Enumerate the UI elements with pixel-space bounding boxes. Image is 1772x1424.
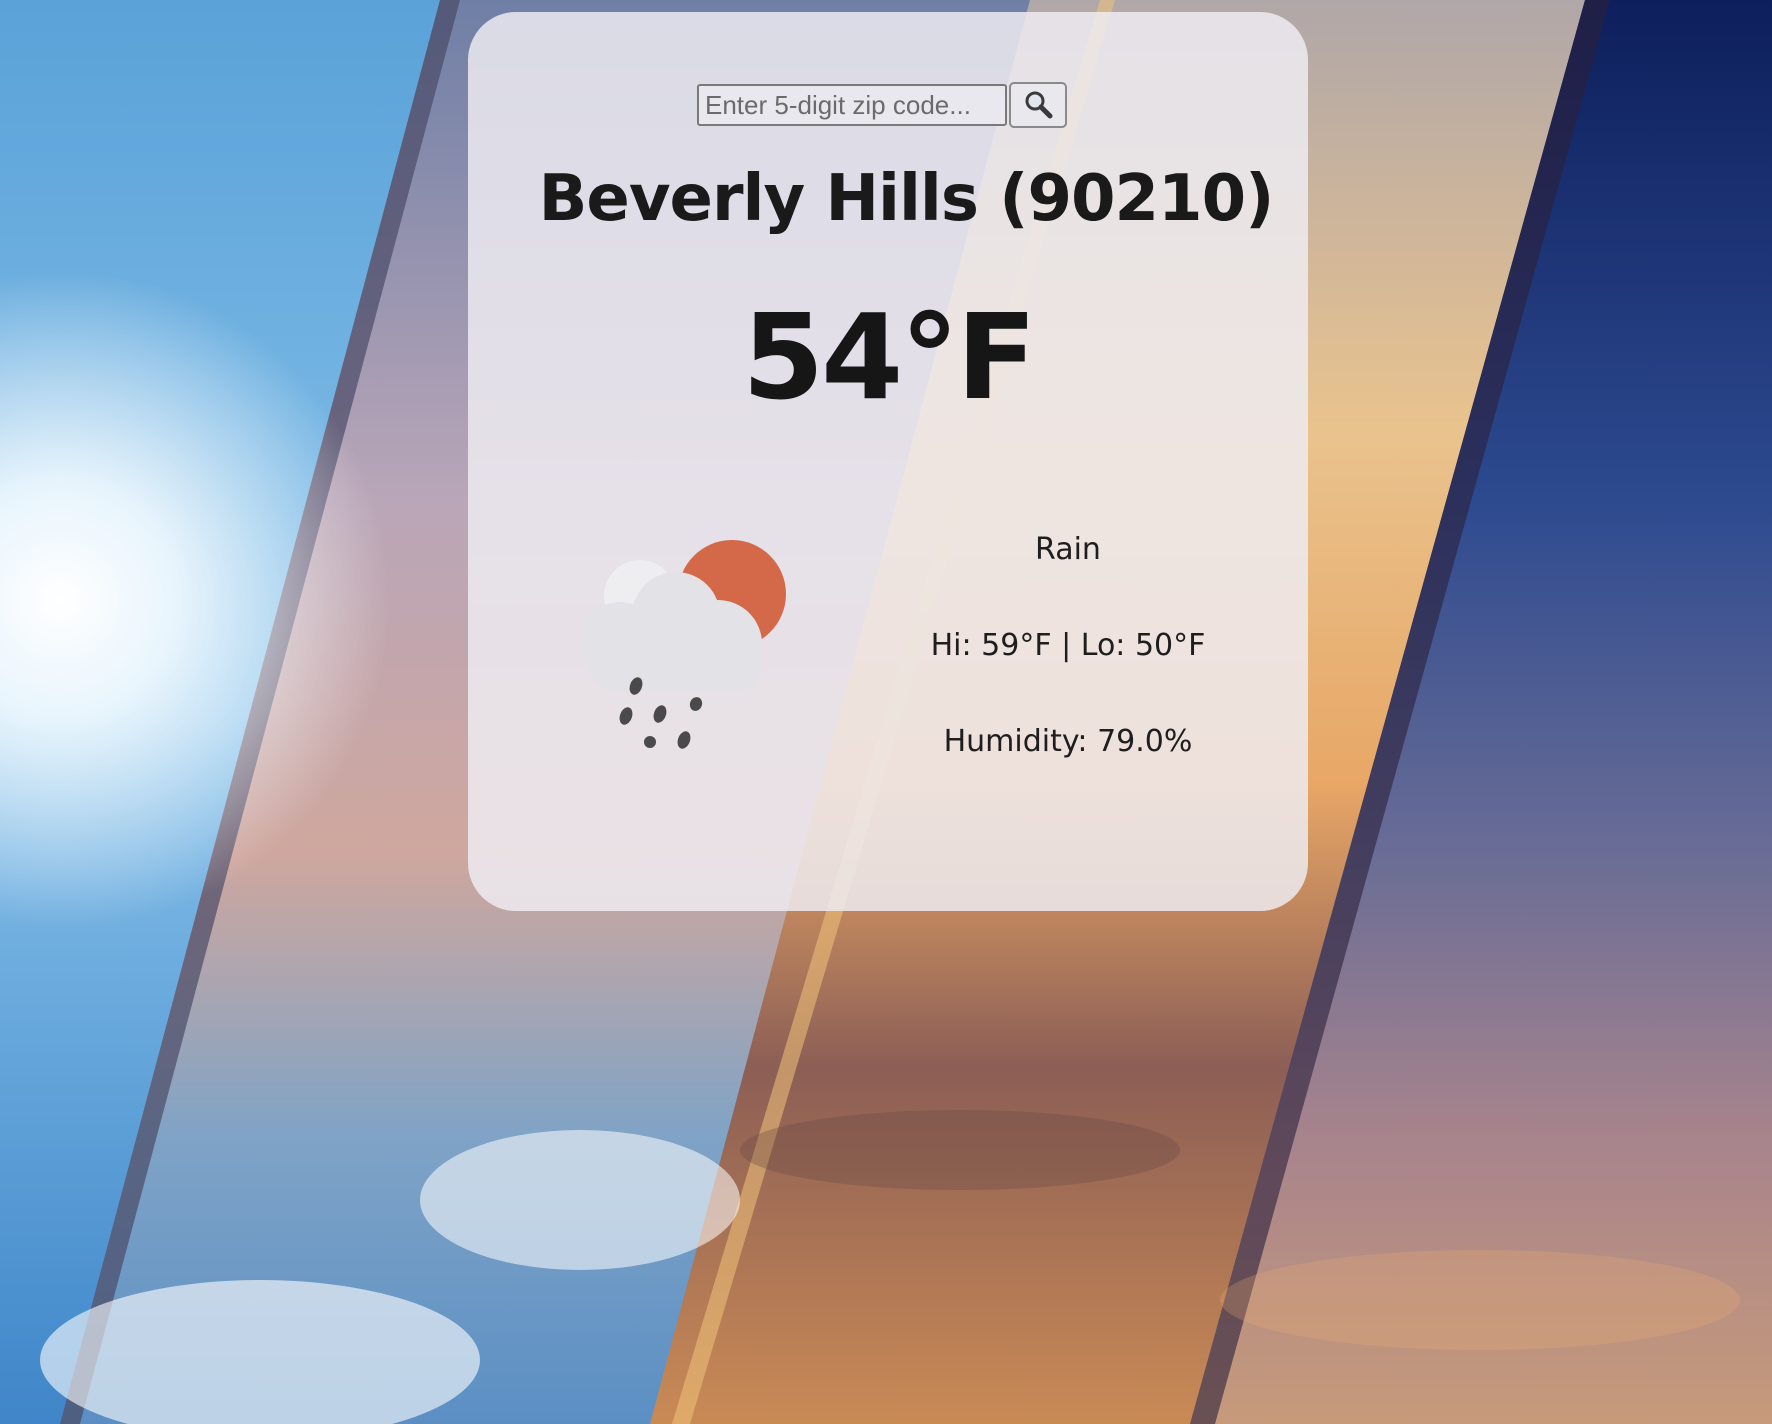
weather-card: Beverly Hills (90210) 54°F Rain Hi (468, 12, 1308, 911)
location-title: Beverly Hills (90210) (538, 162, 1275, 236)
current-temperature: 54°F (742, 288, 1037, 426)
humidity-label: Humidity: 79.0% (943, 724, 1193, 759)
search-bar (462, 82, 1302, 128)
hi-lo-temperature: Hi: 59°F | Lo: 50°F (930, 628, 1206, 663)
zip-code-input[interactable] (697, 84, 1007, 126)
condition-label: Rain (1035, 532, 1101, 567)
search-button[interactable] (1009, 82, 1067, 128)
sun-behind-rain-cloud-icon (568, 524, 798, 764)
weather-details: Rain Hi: 59°F | Lo: 50°F Humidity: 79.0% (898, 524, 1238, 812)
search-icon (1023, 89, 1053, 122)
